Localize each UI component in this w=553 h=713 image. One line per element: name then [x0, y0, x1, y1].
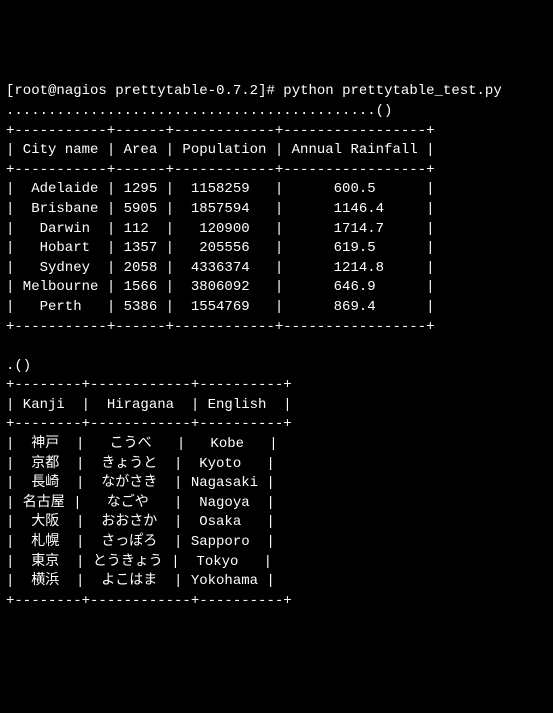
between-tables: .() [6, 358, 31, 374]
table-row: | Sydney | 2058 | 4336374 | 1214.8 | [6, 260, 434, 276]
table-row: | 京都 | きょうと | Kyoto | [6, 456, 275, 472]
prompt-char: # [266, 83, 274, 99]
prompt-user: root [14, 83, 48, 99]
table-row: | 大阪 | おおさか | Osaka | [6, 514, 275, 530]
table2-border-mid: +--------+------------+----------+ [6, 416, 292, 432]
dots-line: ........................................… [6, 103, 392, 119]
table1-border-bot: +-----------+------+------------+-------… [6, 319, 434, 335]
table-row: | 東京 | とうきょう | Tokyo | [6, 554, 272, 570]
table-row: | 札幌 | さっぽろ | Sapporo | [6, 534, 275, 550]
table-row: | Melbourne | 1566 | 3806092 | 646.9 | [6, 279, 434, 295]
table-row: | Perth | 5386 | 1554769 | 869.4 | [6, 299, 434, 315]
table-row: | 神戸 | こうべ | Kobe | [6, 436, 278, 452]
prompt-cwd: prettytable-0.7.2 [115, 83, 258, 99]
table2-header: | Kanji | Hiragana | English | [6, 397, 292, 413]
table-row: | 長崎 | ながさき | Nagasaki | [6, 475, 275, 491]
table-row: | 名古屋 | なごや | Nagoya | [6, 495, 275, 511]
table1-border-mid: +-----------+------+------------+-------… [6, 162, 434, 178]
prompt-host: nagios [56, 83, 106, 99]
table1-header: | City name | Area | Population | Annual… [6, 142, 434, 158]
table-row: | Hobart | 1357 | 205556 | 619.5 | [6, 240, 434, 256]
table-row: | Adelaide | 1295 | 1158259 | 600.5 | [6, 181, 434, 197]
prompt-line: [root@nagios prettytable-0.7.2]# python … [6, 83, 502, 99]
table-row: | Darwin | 112 | 120900 | 1714.7 | [6, 221, 434, 237]
table2-border-top: +--------+------------+----------+ [6, 377, 292, 393]
command-text: python prettytable_test.py [283, 83, 501, 99]
table1-border-top: +-----------+------+------------+-------… [6, 123, 434, 139]
table2-border-bot: +--------+------------+----------+ [6, 593, 292, 609]
table-row: | Brisbane | 5905 | 1857594 | 1146.4 | [6, 201, 434, 217]
terminal-output: [root@nagios prettytable-0.7.2]# python … [0, 78, 553, 615]
table-row: | 横浜 | よこはま | Yokohama | [6, 573, 275, 589]
